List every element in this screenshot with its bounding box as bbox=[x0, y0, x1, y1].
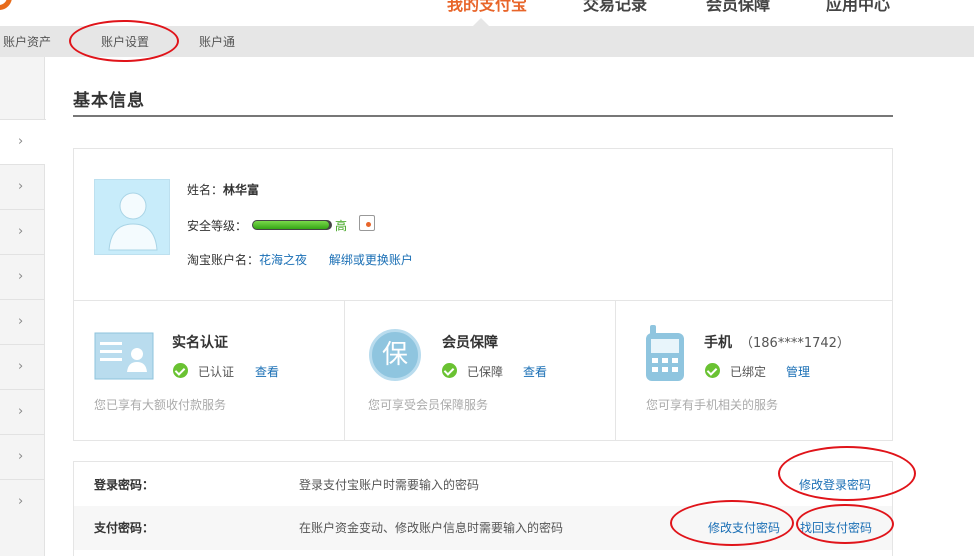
active-nav-caret bbox=[473, 18, 489, 26]
chevron-right-icon: › bbox=[18, 449, 24, 464]
taobao-account-link[interactable]: 花海之夜 bbox=[259, 253, 307, 267]
divider bbox=[344, 301, 345, 441]
mobile-manage-link[interactable]: 管理 bbox=[786, 363, 810, 380]
id-card-icon bbox=[94, 332, 154, 380]
title-divider bbox=[73, 115, 893, 117]
divider bbox=[615, 301, 616, 441]
taobao-row: 淘宝账户名：花海之夜 解绑或更换账户 bbox=[187, 251, 413, 268]
verification-status: 已认证 bbox=[198, 365, 235, 379]
protection-icon: 保 bbox=[369, 329, 421, 381]
mobile-title: 手机 bbox=[704, 335, 732, 351]
feature-title-mobile: 手机 （186****1742） bbox=[704, 332, 850, 352]
name-row: 姓名：林华富 bbox=[187, 181, 259, 198]
logo-icon bbox=[0, 0, 12, 10]
chevron-right-icon: › bbox=[18, 179, 24, 194]
annotation-circle bbox=[778, 446, 916, 501]
chevron-right-icon: › bbox=[18, 314, 24, 329]
avatar bbox=[94, 179, 170, 255]
nav-transactions[interactable]: 交易记录 bbox=[583, 0, 647, 15]
mobile-number: （186****1742） bbox=[740, 336, 850, 351]
verification-view-link[interactable]: 查看 bbox=[255, 363, 279, 380]
sidebar-item[interactable]: › bbox=[0, 389, 44, 434]
protection-view-link[interactable]: 查看 bbox=[523, 363, 547, 380]
mobile-desc: 您可享有手机相关的服务 bbox=[646, 398, 779, 412]
nav-app-center[interactable]: 应用中心 bbox=[826, 0, 890, 15]
payment-password-label: 支付密码： bbox=[94, 521, 155, 535]
security-level-fill bbox=[253, 221, 329, 229]
taobao-label: 淘宝账户名： bbox=[187, 253, 260, 267]
sidebar-item[interactable]: › bbox=[0, 434, 44, 479]
page-title: 基本信息 bbox=[73, 91, 145, 111]
verification-desc: 您已享有大额收付款服务 bbox=[94, 398, 227, 412]
protection-status: 已保障 bbox=[467, 365, 504, 379]
feature-title-protection: 会员保障 bbox=[442, 335, 498, 351]
sidebar-item[interactable]: › bbox=[0, 164, 44, 209]
subnav-account-assets[interactable]: 账户资产 bbox=[3, 33, 51, 50]
default-avatar-icon bbox=[108, 192, 158, 251]
chevron-right-icon: › bbox=[18, 269, 24, 284]
chevron-right-icon: › bbox=[18, 359, 24, 374]
sidebar-item[interactable]: › bbox=[0, 254, 44, 299]
chevron-right-icon: › bbox=[18, 134, 24, 149]
sidebar-item[interactable]: › bbox=[0, 479, 44, 524]
payment-password-desc: 在账户资金变动、修改账户信息时需要输入的密码 bbox=[299, 521, 564, 535]
sidebar-item[interactable]: › bbox=[0, 299, 44, 344]
login-password-desc: 登录支付宝账户时需要输入的密码 bbox=[299, 478, 480, 492]
annotation-circle bbox=[670, 500, 794, 546]
nav-my-alipay[interactable]: 我的支付宝 bbox=[447, 0, 527, 15]
nav-member-protection[interactable]: 会员保障 bbox=[706, 0, 770, 15]
protection-desc: 您可享受会员保障服务 bbox=[368, 398, 489, 412]
account-info-card: 姓名：林华富 安全等级： 高 淘宝账户名：花海之夜 解绑或更换账户 实名认证 已… bbox=[73, 148, 893, 441]
security-level-label: 安全等级： bbox=[187, 219, 248, 233]
sidebar-item[interactable]: › bbox=[0, 119, 46, 164]
chevron-right-icon: › bbox=[18, 404, 24, 419]
annotation-circle bbox=[796, 504, 894, 544]
check-icon bbox=[442, 363, 457, 378]
chevron-right-icon: › bbox=[18, 224, 24, 239]
table-row-login-password: 登录密码： 登录支付宝账户时需要输入的密码 修改登录密码 bbox=[74, 462, 892, 506]
check-icon bbox=[173, 363, 188, 378]
login-password-label: 登录密码： bbox=[94, 478, 155, 492]
chevron-right-icon: › bbox=[18, 494, 24, 509]
annotation-circle bbox=[69, 20, 179, 62]
divider bbox=[74, 300, 892, 301]
security-level-bar bbox=[252, 220, 332, 230]
mobile-status: 已绑定 bbox=[730, 365, 767, 379]
unbind-account-link[interactable]: 解绑或更换账户 bbox=[329, 253, 413, 267]
sidebar: › › › › › › › › › bbox=[0, 57, 46, 556]
name-label: 姓名： bbox=[187, 183, 224, 197]
sidebar-item[interactable]: › bbox=[0, 344, 44, 389]
check-icon bbox=[705, 363, 720, 378]
sidebar-item[interactable]: › bbox=[0, 209, 44, 254]
name-value: 林华富 bbox=[223, 183, 260, 197]
security-level-value: 高 bbox=[335, 219, 348, 233]
feature-title-verification: 实名认证 bbox=[172, 335, 228, 351]
subnav-account-link[interactable]: 账户通 bbox=[199, 33, 235, 50]
mobile-phone-icon bbox=[646, 325, 684, 381]
security-detail-icon[interactable] bbox=[359, 215, 375, 231]
